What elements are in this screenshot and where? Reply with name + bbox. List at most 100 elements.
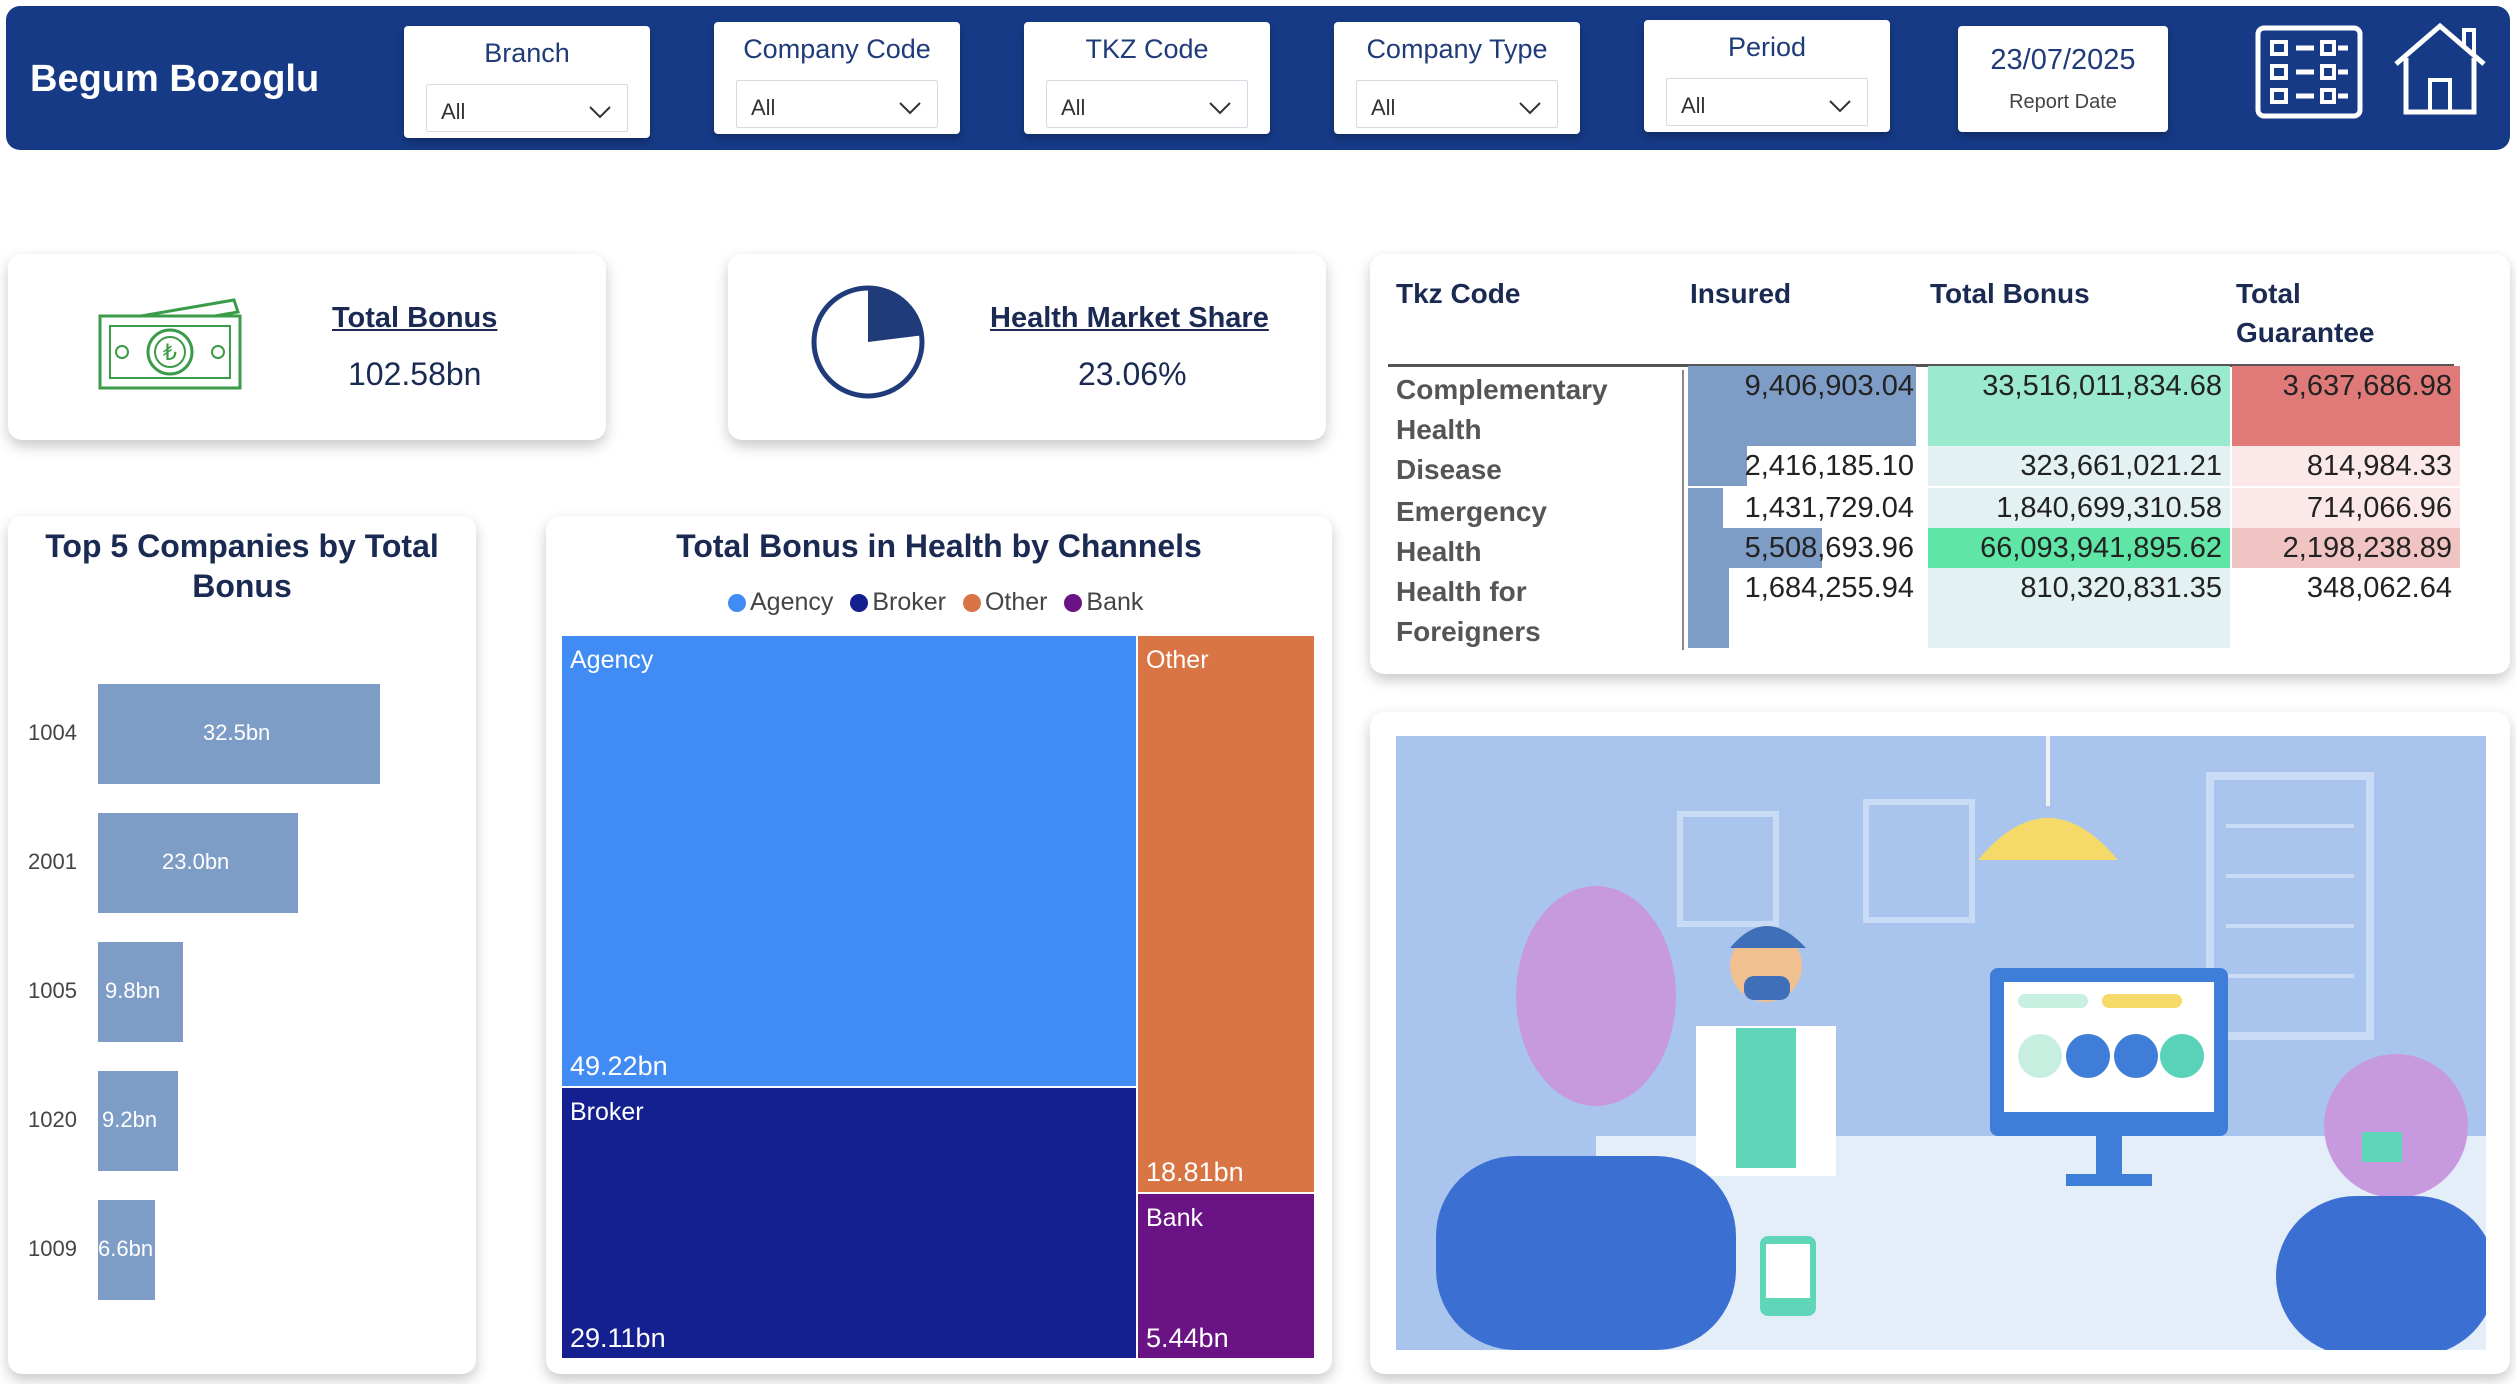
bar-data-label: 32.5bn xyxy=(203,720,271,745)
bar-category-label: 1005 xyxy=(28,978,77,1003)
tkz-code-slicer[interactable]: TKZ Code All xyxy=(1024,22,1270,134)
slicer-value: All xyxy=(441,99,466,124)
chevron-down-icon xyxy=(1829,100,1851,113)
top5-companies-chart: Top 5 Companies by Total Bonus 1004 32.5b… xyxy=(8,516,476,1374)
total-guarantee-cell: 348,062.64 xyxy=(2306,572,2452,604)
insured-cell: 5,508,693.96 xyxy=(1744,532,1914,564)
column-header-total-bonus[interactable]: Total Bonus xyxy=(1930,274,2090,313)
page-title: Begum Bozoglu xyxy=(30,58,320,100)
total-bonus-cell: 1,840,699,310.58 xyxy=(1996,492,2222,524)
slicer-label: Period xyxy=(1727,32,1807,62)
total-bonus-cell: 810,320,831.35 xyxy=(2020,572,2222,604)
treemap-tile-bank[interactable]: Bank 5.44bn xyxy=(1138,1194,1314,1358)
row-label[interactable]: Health for Foreigners xyxy=(1396,572,1676,652)
header-line2: Guarantee xyxy=(2236,317,2375,348)
slicer-value: All xyxy=(1061,95,1086,120)
column-header-total-guarantee[interactable]: Total Guarantee xyxy=(2236,274,2375,352)
insured-cell: 1,684,255.94 xyxy=(1744,572,1914,604)
header-bar: Begum Bozoglu Branch All Company Code Al… xyxy=(6,6,2510,150)
column-header-insured[interactable]: Insured xyxy=(1690,274,1791,313)
health-market-share-value: 23.06% xyxy=(1078,356,1187,392)
legend-item-bank[interactable]: Bank xyxy=(1064,588,1143,617)
total-bonus-cell: 323,661,021.21 xyxy=(2020,450,2222,482)
slicer-label: Company Type xyxy=(1366,34,1548,64)
row-label[interactable]: Health xyxy=(1396,532,1676,572)
total-guarantee-cell: 2,198,238.89 xyxy=(2282,532,2452,564)
total-bonus-value: 102.58bn xyxy=(348,356,482,392)
bar-data-label: 23.0bn xyxy=(162,849,230,874)
company-code-slicer[interactable]: Company Code All xyxy=(714,22,960,134)
health-market-share-card: Health Market Share 23.06% xyxy=(728,254,1326,440)
report-date-label: Report Date xyxy=(2009,91,2117,113)
company-type-slicer[interactable]: Company Type All xyxy=(1334,22,1580,134)
bar-data-label: 9.2bn xyxy=(102,1107,158,1132)
health-market-share-title[interactable]: Health Market Share xyxy=(990,302,1269,335)
legend-item-broker[interactable]: Broker xyxy=(850,588,946,617)
chart-title: Top 5 Companies by Total Bonus xyxy=(8,526,476,606)
header-line1: Total xyxy=(2236,278,2301,309)
chevron-down-icon xyxy=(1519,102,1541,115)
bar-category-label: 1004 xyxy=(28,720,77,745)
slicer-value: All xyxy=(1681,93,1706,118)
treemap-tile-other[interactable]: Other 18.81bn xyxy=(1138,636,1314,1192)
bar-data-label: 6.6bn xyxy=(98,1236,154,1261)
period-slicer[interactable]: Period All xyxy=(1644,20,1890,132)
report-date-value: 23/07/2025 xyxy=(1990,44,2136,76)
channels-treemap-card: Total Bonus in Health by Channels Agency… xyxy=(546,516,1332,1374)
chevron-down-icon xyxy=(1209,102,1231,115)
legend-item-other[interactable]: Other xyxy=(962,588,1047,617)
total-guarantee-cell: 714,066.96 xyxy=(2306,492,2452,524)
total-guarantee-cell: 3,637,686.98 xyxy=(2282,370,2452,402)
doctor-consultation-illustration xyxy=(1396,736,2486,1350)
legend-label: Bank xyxy=(1086,588,1144,616)
tile-name: Bank xyxy=(1146,1204,1203,1232)
svg-text:₺: ₺ xyxy=(163,341,177,366)
slicer-value: All xyxy=(751,95,776,120)
tile-value: 5.44bn xyxy=(1146,1323,1229,1353)
chevron-down-icon xyxy=(589,106,611,119)
insured-cell: 9,406,903.04 xyxy=(1744,370,1914,402)
chart-title: Total Bonus in Health by Channels xyxy=(676,528,1202,564)
column-divider xyxy=(1682,370,1684,650)
doctor-consultation-icon xyxy=(1396,736,2486,1350)
slicer-label: Company Code xyxy=(743,34,931,64)
tile-name: Other xyxy=(1146,646,1209,674)
company-type-dropdown[interactable]: All xyxy=(1356,80,1558,128)
bar-category-label: 1020 xyxy=(28,1107,77,1132)
total-bonus-cell: 66,093,941,895.62 xyxy=(1980,532,2222,564)
tile-value: 29.11bn xyxy=(570,1323,666,1353)
column-header-tkz-code[interactable]: Tkz Code xyxy=(1396,274,1520,313)
bar-category-label: 1009 xyxy=(28,1236,77,1261)
period-dropdown[interactable]: All xyxy=(1666,78,1868,126)
row-label[interactable]: Emergency xyxy=(1396,492,1676,532)
company-code-dropdown[interactable]: All xyxy=(736,80,938,128)
slicer-panel-icon[interactable] xyxy=(2254,24,2364,120)
report-date-card: 23/07/2025 Report Date xyxy=(1958,26,2168,132)
bar-data-label: 9.8bn xyxy=(105,978,161,1003)
row-label[interactable]: Complementary Health xyxy=(1396,370,1676,450)
tile-value: 49.22bn xyxy=(570,1051,668,1081)
branch-dropdown[interactable]: All xyxy=(426,84,628,132)
treemap-tile-agency[interactable]: Agency 49.22bn xyxy=(562,636,1136,1086)
total-bonus-title[interactable]: Total Bonus xyxy=(332,302,497,335)
chevron-down-icon xyxy=(899,102,921,115)
row-label[interactable]: Disease xyxy=(1396,450,1676,490)
insured-cell: 2,416,185.10 xyxy=(1744,450,1914,482)
tile-value: 18.81bn xyxy=(1146,1157,1244,1187)
slicer-value: All xyxy=(1371,95,1396,120)
pie-progress-icon xyxy=(811,285,925,399)
chart-title-line2: Bonus xyxy=(192,568,292,604)
tkz-code-dropdown[interactable]: All xyxy=(1046,80,1248,128)
branch-slicer[interactable]: Branch All xyxy=(404,26,650,138)
home-icon[interactable] xyxy=(2390,20,2490,118)
slicer-label: Branch xyxy=(484,38,570,68)
tile-name: Agency xyxy=(570,646,654,674)
legend-item-agency[interactable]: Agency xyxy=(728,588,833,617)
insured-cell: 1,431,729.04 xyxy=(1744,492,1914,524)
treemap-tile-broker[interactable]: Broker 29.11bn xyxy=(562,1088,1136,1358)
legend-label: Agency xyxy=(750,588,834,616)
total-bonus-card: ₺ Total Bonus 102.58bn xyxy=(8,254,606,440)
tile-name: Broker xyxy=(570,1098,644,1126)
chart-title-line1: Top 5 Companies by Total xyxy=(45,528,439,564)
treemap-legend: Agency Broker Other Bank xyxy=(728,588,1153,617)
